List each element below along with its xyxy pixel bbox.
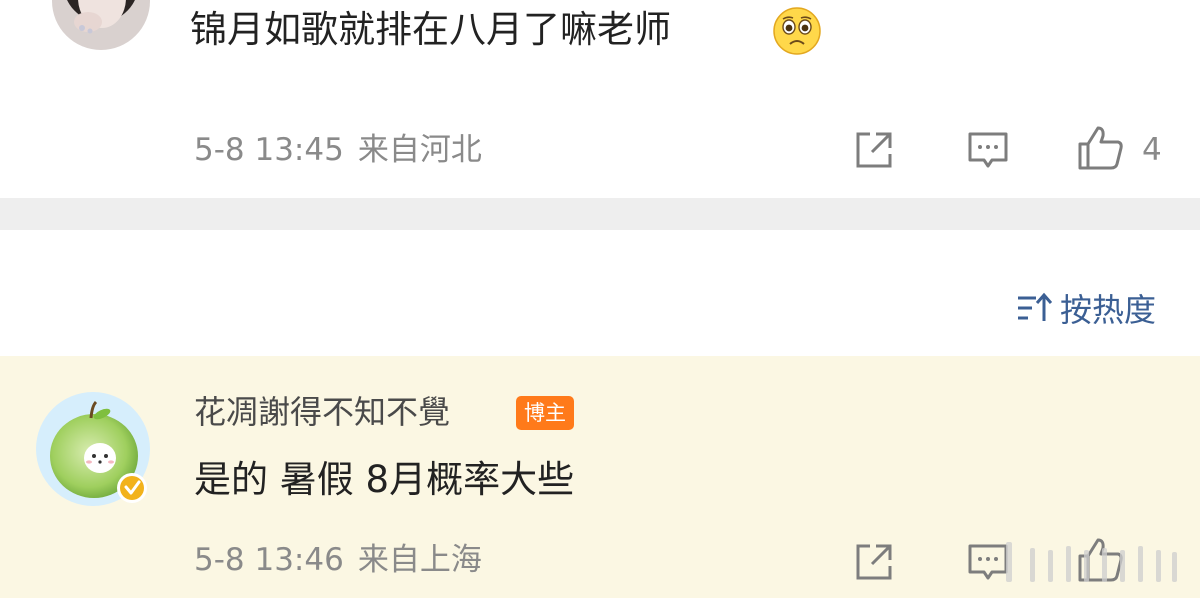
share-icon[interactable] xyxy=(852,540,896,584)
sort-by-hot-button[interactable]: 按热度 xyxy=(1016,286,1156,330)
section-divider xyxy=(0,198,1200,230)
timestamp: 5-8 13:45 xyxy=(194,132,344,168)
comment-text: 是的 暑假 8月概率大些 xyxy=(194,458,575,501)
comment-meta: 5-8 13:46 来自上海 xyxy=(194,540,482,580)
location: 来自河北 xyxy=(357,132,482,168)
username[interactable]: 花凋謝得不知不覺 xyxy=(194,390,450,434)
sort-label: 按热度 xyxy=(1059,291,1156,329)
like-icon[interactable] xyxy=(1076,124,1126,172)
comment-icon[interactable] xyxy=(966,128,1010,172)
like-count: 4 xyxy=(1142,132,1162,168)
sort-icon xyxy=(1017,292,1052,321)
blogger-badge: 博主 xyxy=(516,396,574,430)
avatar[interactable] xyxy=(36,392,150,506)
timestamp: 5-8 13:46 xyxy=(194,542,344,578)
location: 来自上海 xyxy=(357,542,482,578)
comment-text: 锦月如歌就排在八月了嘛老师 xyxy=(190,8,671,51)
share-icon[interactable] xyxy=(852,128,896,172)
comment-item-blogger: 花凋謝得不知不覺 博主 是的 暑假 8月概率大些 5-8 13:46 来自上海 xyxy=(0,356,1200,598)
comment-meta: 5-8 13:45 来自河北 xyxy=(194,130,482,170)
avatar[interactable] xyxy=(52,0,150,50)
comment-item: 锦月如歌就排在八月了嘛老师 5-8 13:45 来自河北 4 xyxy=(0,0,1200,198)
crying-face-emoji-icon xyxy=(773,7,821,55)
watermark-logo xyxy=(1006,542,1177,582)
sort-bar: 按热度 xyxy=(0,230,1200,356)
